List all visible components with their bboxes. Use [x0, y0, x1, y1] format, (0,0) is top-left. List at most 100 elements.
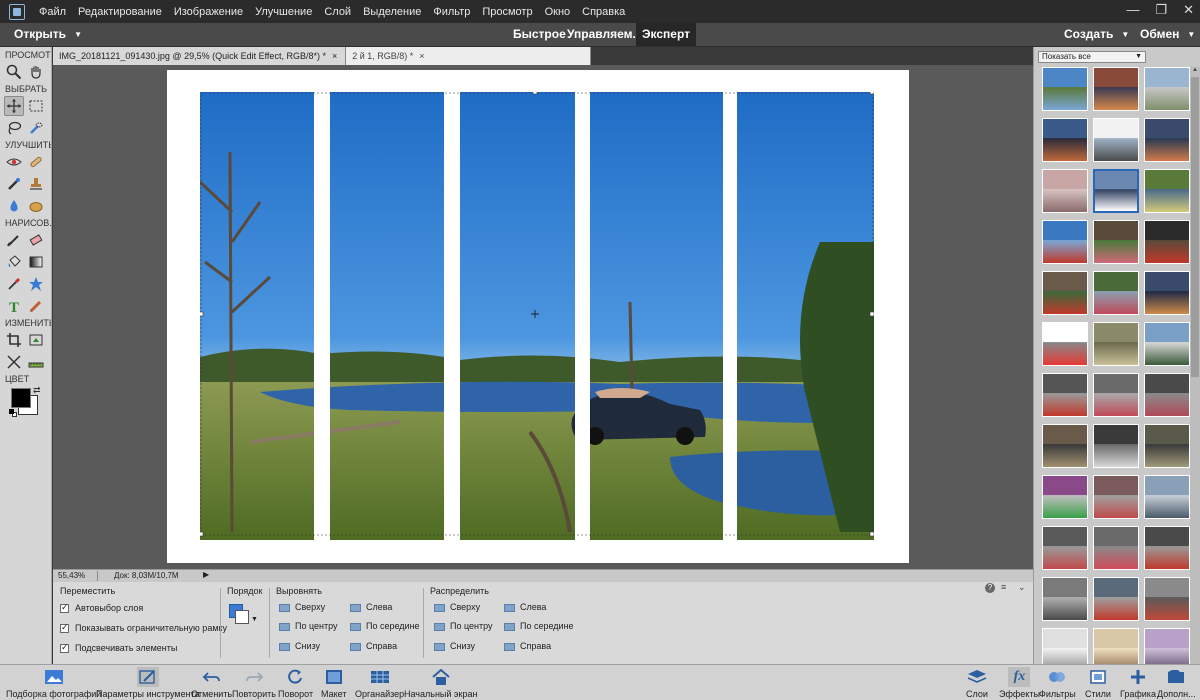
close-icon[interactable]: ✕ [1183, 2, 1194, 18]
minimize-icon[interactable]: — [1126, 2, 1139, 18]
tool-options-button[interactable]: Параметры инструмента [96, 667, 200, 699]
photo-thumbnail[interactable] [1093, 169, 1139, 213]
layers-button[interactable]: Слои [966, 667, 988, 699]
photo-thumbnail[interactable] [1042, 169, 1088, 213]
crop-tool[interactable] [4, 330, 24, 350]
close-tab-icon[interactable]: × [332, 51, 337, 61]
chevron-down-icon[interactable]: ⌄ [1018, 582, 1026, 593]
zoom-tool[interactable] [4, 62, 24, 82]
quick-selection-tool[interactable] [26, 118, 46, 138]
eraser-tool[interactable] [26, 230, 46, 250]
close-tab-icon[interactable]: × [419, 51, 424, 61]
auto-select-layer-checkbox[interactable]: Автовыбор слоя [60, 602, 143, 613]
menu-filter[interactable]: Фильтр [427, 6, 476, 18]
photo-thumbnail[interactable] [1042, 577, 1088, 621]
menu-layer[interactable]: Слой [318, 6, 357, 18]
swap-colors-icon[interactable]: ⇄ [33, 385, 41, 396]
photo-thumbnail[interactable] [1093, 220, 1139, 264]
straighten-tool[interactable] [26, 352, 46, 372]
effects-button[interactable]: fx Эффекты [999, 667, 1040, 699]
photo-thumbnail[interactable] [1144, 373, 1190, 417]
sponge-tool[interactable] [26, 196, 46, 216]
gradient-tool[interactable] [26, 252, 46, 272]
align-top-button[interactable]: Сверху [278, 602, 325, 612]
document-tab[interactable]: 2 й 1, RGB/8) * × [346, 47, 592, 65]
align-right-button[interactable]: Справа [349, 641, 397, 651]
status-menu-arrow-icon[interactable]: ▶ [203, 570, 209, 579]
photo-thumbnail[interactable] [1093, 577, 1139, 621]
menu-image[interactable]: Изображение [168, 6, 249, 18]
distribute-right-button[interactable]: Справа [503, 641, 551, 651]
align-middle-button[interactable]: По середине [349, 621, 420, 631]
brush-tool[interactable] [4, 230, 24, 250]
menu-view[interactable]: Просмотр [476, 6, 538, 18]
show-all-dropdown[interactable]: Показать все ▼ [1038, 51, 1146, 63]
photo-thumbnail[interactable] [1144, 67, 1190, 111]
photo-thumbnail[interactable] [1042, 373, 1088, 417]
text-tool[interactable]: T [4, 296, 24, 316]
photo-thumbnail[interactable] [1144, 118, 1190, 162]
home-screen-button[interactable]: Начальный экран [404, 667, 477, 699]
photo-thumbnail[interactable] [1093, 373, 1139, 417]
pencil-tool[interactable] [26, 296, 46, 316]
organizer-button[interactable]: Органайзер [355, 667, 404, 699]
photo-thumbnail[interactable] [1093, 526, 1139, 570]
photo-thumbnail[interactable] [1042, 475, 1088, 519]
scrollbar-thumb[interactable] [1191, 77, 1199, 377]
align-bottom-button[interactable]: Снизу [278, 641, 320, 651]
photo-thumbnail[interactable] [1042, 322, 1088, 366]
menu-select[interactable]: Выделение [357, 6, 427, 18]
align-center-button[interactable]: По центру [278, 621, 338, 631]
panel-scrollbar[interactable]: ▲ [1190, 67, 1200, 664]
photo-thumbnail[interactable] [1042, 424, 1088, 468]
zoom-level[interactable]: 55,43% [58, 571, 85, 580]
photo-thumbnail[interactable] [1093, 424, 1139, 468]
undo-button[interactable]: Отменить [191, 667, 232, 699]
canvas-area[interactable] [53, 65, 1033, 569]
graphics-button[interactable]: Графика [1120, 667, 1156, 699]
foreground-color-swatch[interactable] [11, 388, 31, 408]
photo-thumbnail[interactable] [1042, 220, 1088, 264]
filters-button[interactable]: Фильтры [1039, 667, 1076, 699]
distribute-top-button[interactable]: Сверху [433, 602, 480, 612]
photo-thumbnail[interactable] [1042, 118, 1088, 162]
photo-thumbnail[interactable] [1144, 271, 1190, 315]
redo-button[interactable]: Повторить [232, 667, 276, 699]
photo-thumbnail[interactable] [1042, 271, 1088, 315]
photo-thumbnail[interactable] [1093, 475, 1139, 519]
scroll-up-icon[interactable]: ▲ [1192, 67, 1198, 73]
photo-thumbnail[interactable] [1093, 67, 1139, 111]
hand-tool[interactable] [26, 62, 46, 82]
photo-thumbnail[interactable] [1144, 424, 1190, 468]
eyedropper-tool[interactable] [4, 274, 24, 294]
distribute-bottom-button[interactable]: Снизу [433, 641, 475, 651]
photo-thumbnail[interactable] [1093, 118, 1139, 162]
open-button[interactable]: Открыть ▼ [14, 23, 82, 46]
photo-thumbnail[interactable] [1144, 169, 1190, 213]
align-left-button[interactable]: Слева [349, 602, 392, 612]
default-colors-icon[interactable] [9, 409, 17, 417]
recompose-tool[interactable] [26, 330, 46, 350]
rotate-button[interactable]: Поворот [278, 667, 313, 699]
menu-window[interactable]: Окно [539, 6, 577, 18]
photo-thumbnail[interactable] [1144, 526, 1190, 570]
menu-enhance[interactable]: Улучшение [249, 6, 318, 18]
menu-file[interactable]: Файл [33, 6, 72, 18]
mode-quick[interactable]: Быстрое [513, 23, 566, 46]
restore-icon[interactable]: ❐ [1155, 2, 1167, 18]
menu-edit[interactable]: Редактирование [72, 6, 168, 18]
photo-thumbnail[interactable] [1042, 67, 1088, 111]
photo-thumbnail[interactable] [1144, 220, 1190, 264]
menu-help[interactable]: Справка [576, 6, 631, 18]
create-button[interactable]: Создать ▼ [1064, 23, 1129, 46]
distribute-middle-button[interactable]: По середине [503, 621, 574, 631]
smart-brush-tool[interactable] [4, 174, 24, 194]
options-menu-icon[interactable]: ≡ [1001, 582, 1006, 592]
photo-thumbnail[interactable] [1144, 322, 1190, 366]
lasso-tool[interactable] [4, 118, 24, 138]
distribute-center-button[interactable]: По центру [433, 621, 493, 631]
clone-stamp-tool[interactable] [26, 174, 46, 194]
mode-guided[interactable]: Управляем. [567, 23, 636, 46]
photo-thumbnail[interactable] [1144, 577, 1190, 621]
styles-button[interactable]: Стили [1085, 667, 1111, 699]
